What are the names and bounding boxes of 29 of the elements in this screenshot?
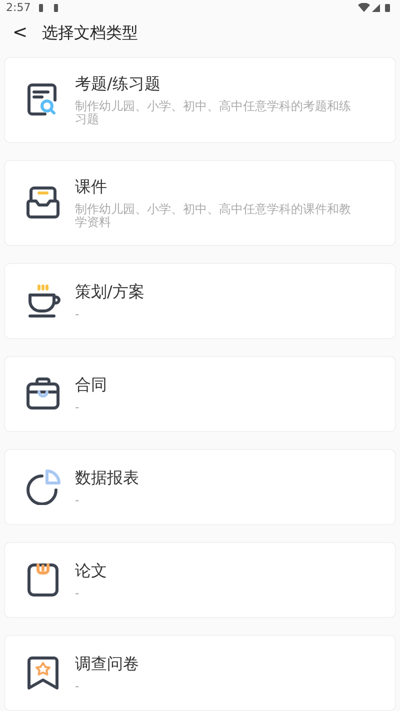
card-title: 考题/练习题	[75, 74, 162, 94]
card-title: 论文	[75, 560, 108, 580]
document-type-card[interactable]: 合同 -	[4, 356, 396, 432]
document-type-card[interactable]: 调查问卷 -	[4, 635, 396, 711]
pie-chart-icon	[25, 469, 61, 505]
card-description: -	[75, 400, 80, 414]
inbox-tray-icon	[25, 185, 61, 221]
card-title: 调查问卷	[75, 654, 140, 674]
card-title: 课件	[75, 177, 108, 197]
card-description: 制作幼儿园、小学、初中、高中任意学科的课件和教学资料	[75, 203, 352, 229]
card-title: 合同	[75, 374, 108, 394]
card-description: -	[75, 586, 80, 600]
card-description: 制作幼儿园、小学、初中、高中任意学科的考题和练习题	[75, 100, 352, 126]
card-description: -	[75, 680, 80, 692]
briefcase-icon	[25, 376, 61, 412]
card-description: -	[75, 494, 80, 506]
card-description: -	[75, 308, 80, 320]
card-title: 数据报表	[75, 468, 140, 488]
document-type-card[interactable]: 数据报表 -	[4, 449, 396, 525]
card-title: 策划/方案	[75, 282, 146, 302]
square-folder-icon	[25, 562, 61, 598]
star-bookmark-icon	[25, 655, 61, 691]
page-title: 选择文档类型	[42, 22, 138, 44]
document-type-card[interactable]: 考题/练习题 制作幼儿园、小学、初中、高中任意学科的考题和练习题	[4, 57, 396, 143]
document-type-card[interactable]: 课件 制作幼儿园、小学、初中、高中任意学科的课件和教学资料	[4, 160, 396, 246]
document-type-card[interactable]: 论文 -	[4, 542, 396, 618]
status-time: 2:57	[6, 0, 31, 16]
document-type-card[interactable]: 策划/方案 -	[4, 263, 396, 339]
back-button[interactable]: <	[12, 24, 28, 42]
